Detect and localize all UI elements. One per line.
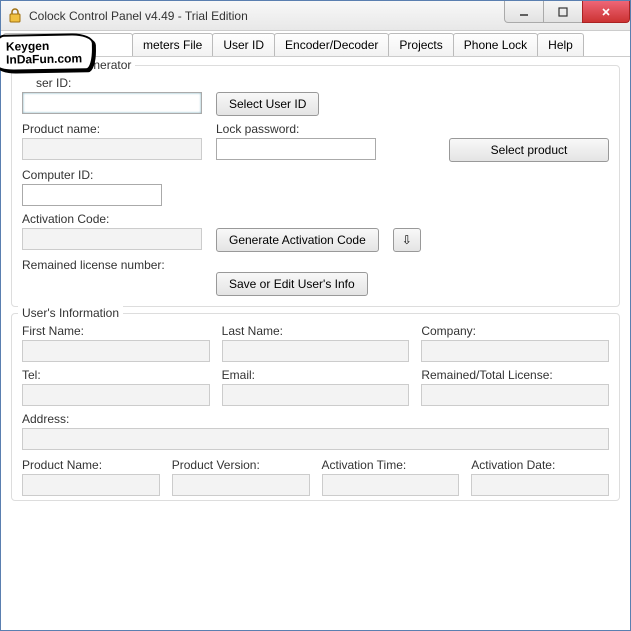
email-label: Email: bbox=[222, 368, 410, 382]
company-label: Company: bbox=[421, 324, 609, 338]
activation-code-label: Activation Code: bbox=[22, 212, 202, 226]
tabstrip: C meters File User ID Encoder/Decoder Pr… bbox=[1, 31, 630, 57]
product-name-label: Product name: bbox=[22, 122, 202, 136]
tab-parameters-file[interactable]: meters File bbox=[132, 33, 213, 56]
company-input bbox=[421, 340, 609, 362]
info-product-name-label: Product Name: bbox=[22, 458, 160, 472]
info-product-name-input bbox=[22, 474, 160, 496]
window-controls bbox=[505, 1, 630, 30]
last-name-input bbox=[222, 340, 410, 362]
activation-code-generator-group: A enerator ser ID: Select User ID Produc… bbox=[11, 65, 620, 307]
select-product-button[interactable]: Select product bbox=[449, 138, 609, 162]
app-icon bbox=[7, 8, 23, 24]
generate-activation-code-button[interactable]: Generate Activation Code bbox=[216, 228, 379, 252]
close-button[interactable] bbox=[582, 1, 630, 23]
address-label: Address: bbox=[22, 412, 609, 426]
address-input bbox=[22, 428, 609, 450]
dropdown-arrow-button[interactable]: ⇩ bbox=[393, 228, 421, 252]
product-version-label: Product Version: bbox=[172, 458, 310, 472]
last-name-label: Last Name: bbox=[222, 324, 410, 338]
computer-id-input[interactable] bbox=[22, 184, 162, 206]
tab-user-id[interactable]: User ID bbox=[212, 33, 275, 56]
activation-date-input bbox=[471, 474, 609, 496]
user-id-label-partial: ser ID: bbox=[22, 76, 202, 90]
tel-label: Tel: bbox=[22, 368, 210, 382]
select-user-id-button[interactable]: Select User ID bbox=[216, 92, 319, 116]
maximize-button[interactable] bbox=[543, 1, 583, 23]
lock-password-input[interactable] bbox=[216, 138, 376, 160]
users-information-group: User's Information First Name: Last Name… bbox=[11, 313, 620, 501]
app-window: Colock Control Panel v4.49 - Trial Editi… bbox=[0, 0, 631, 631]
window-title: Colock Control Panel v4.49 - Trial Editi… bbox=[29, 9, 505, 23]
chevron-down-icon: ⇩ bbox=[402, 233, 412, 247]
lock-password-label: Lock password: bbox=[216, 122, 376, 136]
watermark-overlay: Keygen InDaFun.com bbox=[0, 33, 94, 72]
activation-time-input bbox=[322, 474, 460, 496]
tab-phone-lock[interactable]: Phone Lock bbox=[453, 33, 538, 56]
email-input bbox=[222, 384, 410, 406]
activation-date-label: Activation Date: bbox=[471, 458, 609, 472]
computer-id-label: Computer ID: bbox=[22, 168, 162, 182]
titlebar[interactable]: Colock Control Panel v4.49 - Trial Editi… bbox=[1, 1, 630, 31]
product-name-input bbox=[22, 138, 202, 160]
first-name-input bbox=[22, 340, 210, 362]
user-id-input[interactable] bbox=[22, 92, 202, 114]
remained-total-input bbox=[421, 384, 609, 406]
tel-input bbox=[22, 384, 210, 406]
product-version-input bbox=[172, 474, 310, 496]
tab-projects[interactable]: Projects bbox=[388, 33, 453, 56]
remained-license-label: Remained license number: bbox=[22, 258, 202, 272]
first-name-label: First Name: bbox=[22, 324, 210, 338]
tab-help[interactable]: Help bbox=[537, 33, 584, 56]
activation-code-input bbox=[22, 228, 202, 250]
remained-total-label: Remained/Total License: bbox=[421, 368, 609, 382]
client-area: A enerator ser ID: Select User ID Produc… bbox=[1, 57, 630, 630]
activation-time-label: Activation Time: bbox=[322, 458, 460, 472]
users-information-title: User's Information bbox=[18, 306, 123, 320]
tab-encoder-decoder[interactable]: Encoder/Decoder bbox=[274, 33, 389, 56]
minimize-button[interactable] bbox=[504, 1, 544, 23]
watermark-line2: InDaFun.com bbox=[6, 52, 82, 66]
save-edit-user-info-button[interactable]: Save or Edit User's Info bbox=[216, 272, 368, 296]
